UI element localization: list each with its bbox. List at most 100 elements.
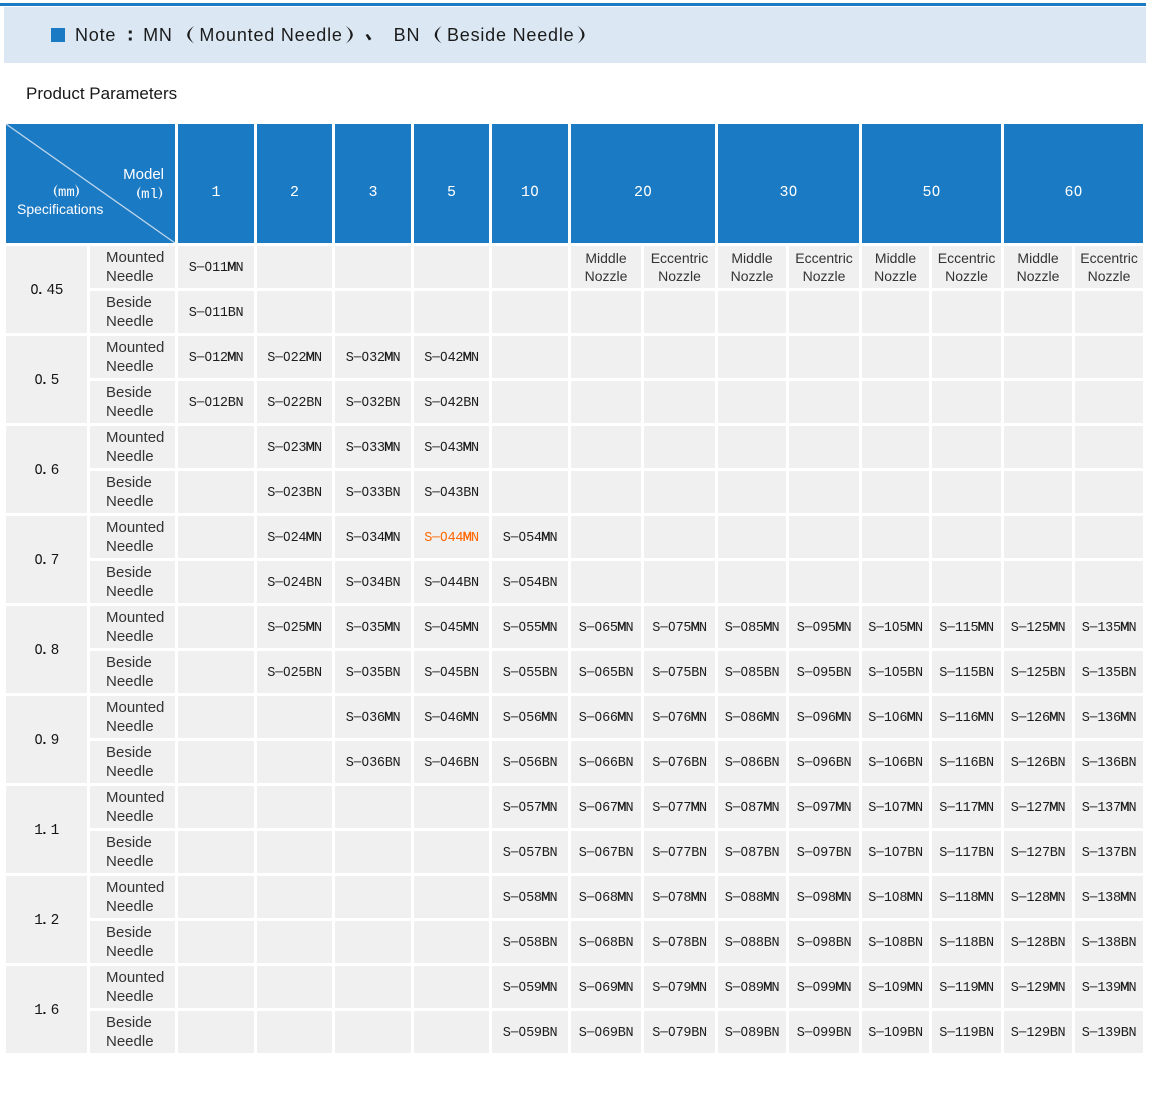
model-cell: S-138BN [1075, 921, 1143, 963]
model-cell [1075, 381, 1143, 423]
model-cell: S-045BN [414, 651, 489, 693]
model-cell [644, 516, 715, 558]
header-row: Model （ml） （mm） Specifications 123510203… [6, 124, 1143, 243]
row-0.8-beside: Beside NeedleS-025BNS-035BNS-045BNS-055B… [6, 651, 1143, 693]
model-cell [862, 516, 929, 558]
model-cell [178, 471, 254, 513]
model-cell: S-117BN [932, 831, 1001, 873]
model-cell: S-034BN [335, 561, 411, 603]
model-cell: S-075MN [644, 606, 715, 648]
model-cell: S-054BN [492, 561, 568, 603]
model-cell [414, 876, 489, 918]
model-cell: S-088MN [718, 876, 786, 918]
model-cell: S-069BN [571, 1011, 641, 1053]
model-cell [862, 426, 929, 468]
model-cell: S-058MN [492, 876, 568, 918]
model-cell: S-125MN [1004, 606, 1072, 648]
model-cell [644, 471, 715, 513]
model-cell [492, 336, 568, 378]
row-0.45-beside: Beside NeedleS-011BN [6, 291, 1143, 333]
model-cell [862, 291, 929, 333]
model-cell: S-129MN [1004, 966, 1072, 1008]
model-cell [178, 696, 254, 738]
model-cell: S-066MN [571, 696, 641, 738]
row-label-mounted: Mounted Needle [90, 606, 175, 648]
model-cell: S-085BN [718, 651, 786, 693]
model-cell: S-135MN [1075, 606, 1143, 648]
model-cell: S-086BN [718, 741, 786, 783]
model-cell [492, 426, 568, 468]
model-cell [571, 381, 641, 423]
model-cell [718, 426, 786, 468]
column-header-3: 3 [335, 124, 411, 243]
model-cell [414, 1011, 489, 1053]
model-cell: S-012MN [178, 336, 254, 378]
model-cell: S-118MN [932, 876, 1001, 918]
model-cell: S-105BN [862, 651, 929, 693]
model-cell: S-119BN [932, 1011, 1001, 1053]
row-0.6-beside: Beside NeedleS-023BNS-033BNS-043BN [6, 471, 1143, 513]
model-cell [1075, 426, 1143, 468]
model-cell: S-118BN [932, 921, 1001, 963]
model-cell: S-095BN [789, 651, 859, 693]
model-cell: S-109BN [862, 1011, 929, 1053]
model-cell: S-065MN [571, 606, 641, 648]
model-cell: S-139BN [1075, 1011, 1143, 1053]
note-bullet-icon [51, 28, 65, 42]
model-cell: S-095MN [789, 606, 859, 648]
row-1.6-beside: Beside NeedleS-059BNS-069BNS-079BNS-089B… [6, 1011, 1143, 1053]
model-cell [862, 471, 929, 513]
model-cell: S-044BN [414, 561, 489, 603]
model-cell: S-011BN [178, 291, 254, 333]
model-cell: S-032BN [335, 381, 411, 423]
model-cell [178, 741, 254, 783]
model-cell [335, 1011, 411, 1053]
model-cell [335, 966, 411, 1008]
model-cell: S-136BN [1075, 741, 1143, 783]
model-cell [414, 921, 489, 963]
model-cell [1075, 336, 1143, 378]
column-header-10: 10 [492, 124, 568, 243]
model-cell: S-012BN [178, 381, 254, 423]
model-cell [257, 876, 332, 918]
model-cell [257, 966, 332, 1008]
subheader-eccentric-nozzle-50: Eccentric Nozzle [932, 246, 1001, 288]
model-cell [178, 651, 254, 693]
corner-model-unit: （ml） [123, 184, 172, 203]
row-1.6-mounted: 1.6Mounted NeedleS-059MNS-069MNS-079MNS-… [6, 966, 1143, 1008]
model-cell [492, 291, 568, 333]
model-cell [257, 831, 332, 873]
model-cell: S-036BN [335, 741, 411, 783]
model-cell: S-108BN [862, 921, 929, 963]
model-cell [257, 291, 332, 333]
spec-cell-0.9: 0.9 [6, 696, 87, 783]
model-cell [414, 966, 489, 1008]
model-cell [1004, 426, 1072, 468]
model-cell: S-106BN [862, 741, 929, 783]
model-cell [335, 291, 411, 333]
column-header-50: 50 [862, 124, 1001, 243]
spec-cell-0.5: 0.5 [6, 336, 87, 423]
column-header-20: 20 [571, 124, 715, 243]
model-cell: S-087BN [718, 831, 786, 873]
row-label-beside: Beside Needle [90, 291, 175, 333]
model-cell [862, 561, 929, 603]
model-cell: S-069MN [571, 966, 641, 1008]
corner-spec-label: （mm） Specifications [17, 182, 103, 218]
model-cell [335, 246, 411, 288]
model-cell: S-096BN [789, 741, 859, 783]
model-cell: S-066BN [571, 741, 641, 783]
model-cell [335, 921, 411, 963]
column-header-5: 5 [414, 124, 489, 243]
corner-spec-text: Specifications [17, 200, 103, 218]
model-cell [1004, 516, 1072, 558]
model-cell [178, 561, 254, 603]
spec-cell-0.8: 0.8 [6, 606, 87, 693]
column-header-30: 30 [718, 124, 859, 243]
model-cell: S-076MN [644, 696, 715, 738]
model-cell: S-046BN [414, 741, 489, 783]
model-cell: S-054MN [492, 516, 568, 558]
model-cell [257, 246, 332, 288]
model-cell: S-024BN [257, 561, 332, 603]
row-1.2-beside: Beside NeedleS-058BNS-068BNS-078BNS-088B… [6, 921, 1143, 963]
